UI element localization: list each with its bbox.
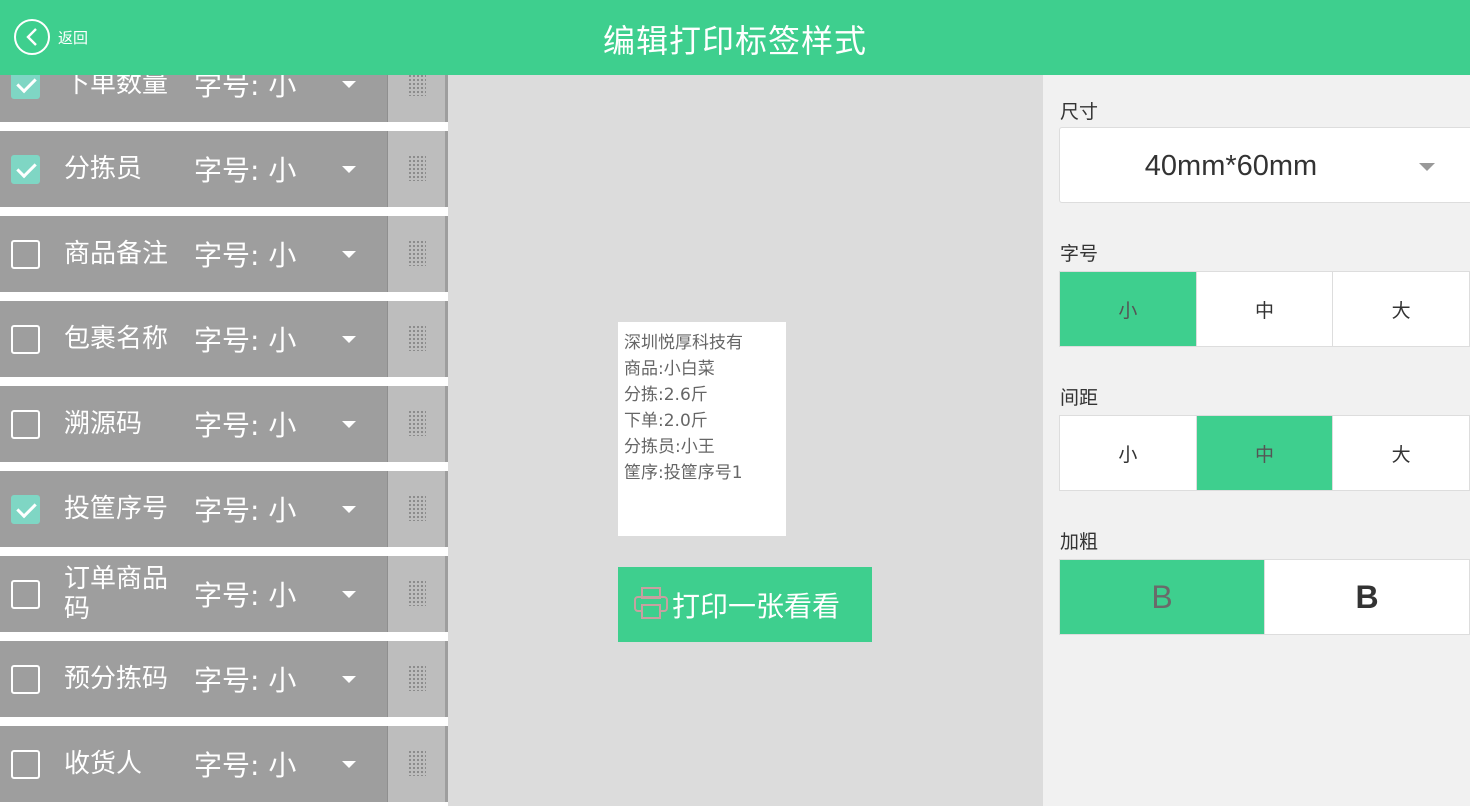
font-size-dropdown[interactable]: 字号: 小 [194, 386, 296, 462]
field-name: 商品备注 [64, 239, 169, 269]
field-name: 投筐序号 [64, 494, 169, 524]
preview-line: 下单:2.0斤 [624, 411, 708, 431]
field-checkbox[interactable] [11, 75, 40, 99]
spacing-label: 间距 [1060, 387, 1099, 409]
label-size-value: 40mm*60mm [1144, 149, 1318, 182]
field-row: 预分拣码 字号: 小 [0, 641, 448, 717]
field-checkbox[interactable] [11, 750, 40, 779]
field-row: 包裹名称 字号: 小 [0, 301, 448, 377]
drag-handle[interactable] [387, 641, 445, 717]
size-label: 尺寸 [1060, 101, 1099, 123]
field-row: 分拣员 字号: 小 [0, 131, 448, 207]
field-name: 收货人 [64, 749, 143, 779]
bold-label: 加粗 [1060, 531, 1099, 553]
field-checkbox[interactable] [11, 240, 40, 269]
font-size-dropdown[interactable]: 字号: 小 [194, 75, 296, 122]
drag-handle[interactable] [387, 556, 445, 632]
font-size-large[interactable]: 大 [1333, 272, 1470, 346]
settings-panel: 尺寸 40mm*60mm 字号 小 中 大 间距 小 中 大 加粗 B B [1043, 75, 1470, 806]
field-checkbox[interactable] [11, 665, 40, 694]
caret-down-icon[interactable] [342, 591, 356, 598]
field-checkbox[interactable] [11, 325, 40, 354]
top-bar: 返回 编辑打印标签样式 [0, 0, 1470, 75]
field-checkbox[interactable] [11, 410, 40, 439]
spacing-selector: 小 中 大 [1059, 415, 1470, 491]
preview-line: 分拣:2.6斤 [624, 385, 708, 405]
font-size-small[interactable]: 小 [1060, 272, 1197, 346]
drag-handle[interactable] [387, 131, 445, 207]
spacing-small[interactable]: 小 [1060, 416, 1197, 490]
spacing-large[interactable]: 大 [1333, 416, 1470, 490]
field-checkbox[interactable] [11, 495, 40, 524]
field-checkbox[interactable] [11, 155, 40, 184]
preview-line: 筐序:投筐序号1 [624, 463, 743, 483]
font-size-dropdown[interactable]: 字号: 小 [194, 131, 296, 207]
drag-handle[interactable] [387, 726, 445, 802]
field-row: 订单商品码 字号: 小 [0, 556, 448, 632]
font-size-dropdown[interactable]: 字号: 小 [194, 641, 296, 717]
caret-down-icon[interactable] [342, 506, 356, 513]
drag-handle[interactable] [387, 216, 445, 292]
label-size-select[interactable]: 40mm*60mm [1059, 127, 1470, 203]
field-list: 下单数量 字号: 小 分拣员 字号: 小 商品备注 字号: 小 包裹名称 字号:… [0, 75, 448, 806]
grip-icon [408, 75, 426, 96]
caret-down-icon[interactable] [342, 336, 356, 343]
drag-handle[interactable] [387, 471, 445, 547]
font-size-dropdown[interactable]: 字号: 小 [194, 301, 296, 377]
drag-handle[interactable] [387, 386, 445, 462]
caret-down-icon[interactable] [342, 251, 356, 258]
bold-off[interactable]: B [1060, 560, 1265, 634]
drag-handle[interactable] [387, 75, 445, 122]
field-row: 商品备注 字号: 小 [0, 216, 448, 292]
grip-icon [408, 665, 426, 691]
field-row: 溯源码 字号: 小 [0, 386, 448, 462]
field-row: 收货人 字号: 小 [0, 726, 448, 802]
font-size-dropdown[interactable]: 字号: 小 [194, 216, 296, 292]
dropdown-arrow-icon [1419, 163, 1435, 171]
print-test-button[interactable]: 打印一张看看 [618, 567, 872, 642]
grip-icon [408, 325, 426, 351]
preview-line: 分拣员:小王 [624, 437, 715, 457]
field-name: 预分拣码 [64, 664, 169, 694]
grip-icon [408, 240, 426, 266]
grip-icon [408, 155, 426, 181]
drag-handle[interactable] [387, 301, 445, 377]
caret-down-icon[interactable] [342, 81, 356, 88]
caret-down-icon[interactable] [342, 761, 356, 768]
field-name: 包裹名称 [64, 324, 169, 354]
preview-line: 深圳悦厚科技有 [624, 333, 743, 353]
field-row: 下单数量 字号: 小 [0, 75, 448, 122]
font-size-medium[interactable]: 中 [1197, 272, 1334, 346]
spacing-medium[interactable]: 中 [1196, 416, 1334, 490]
font-size-dropdown[interactable]: 字号: 小 [194, 471, 296, 547]
field-row: 投筐序号 字号: 小 [0, 471, 448, 547]
font-size-label: 字号 [1060, 243, 1099, 265]
page-title: 编辑打印标签样式 [602, 22, 867, 60]
field-name: 订单商品码 [64, 564, 169, 624]
grip-icon [408, 495, 426, 521]
font-size-dropdown[interactable]: 字号: 小 [194, 726, 296, 802]
field-name: 下单数量 [64, 75, 169, 99]
caret-down-icon[interactable] [342, 676, 356, 683]
grip-icon [408, 750, 426, 776]
print-button-label: 打印一张看看 [672, 589, 841, 623]
font-size-dropdown[interactable]: 字号: 小 [194, 556, 296, 632]
font-size-selector: 小 中 大 [1059, 271, 1470, 347]
field-name: 分拣员 [64, 154, 143, 184]
grip-icon [408, 580, 426, 606]
grip-icon [408, 410, 426, 436]
field-checkbox[interactable] [11, 580, 40, 609]
caret-down-icon[interactable] [342, 421, 356, 428]
printer-icon [632, 585, 670, 625]
caret-down-icon[interactable] [342, 166, 356, 173]
label-preview: 深圳悦厚科技有 商品:小白菜 分拣:2.6斤 下单:2.0斤 分拣员:小王 筐序… [618, 322, 786, 536]
bold-selector: B B [1059, 559, 1470, 635]
preview-line: 商品:小白菜 [624, 359, 715, 379]
field-name: 溯源码 [64, 409, 143, 439]
bold-on[interactable]: B [1265, 560, 1470, 634]
